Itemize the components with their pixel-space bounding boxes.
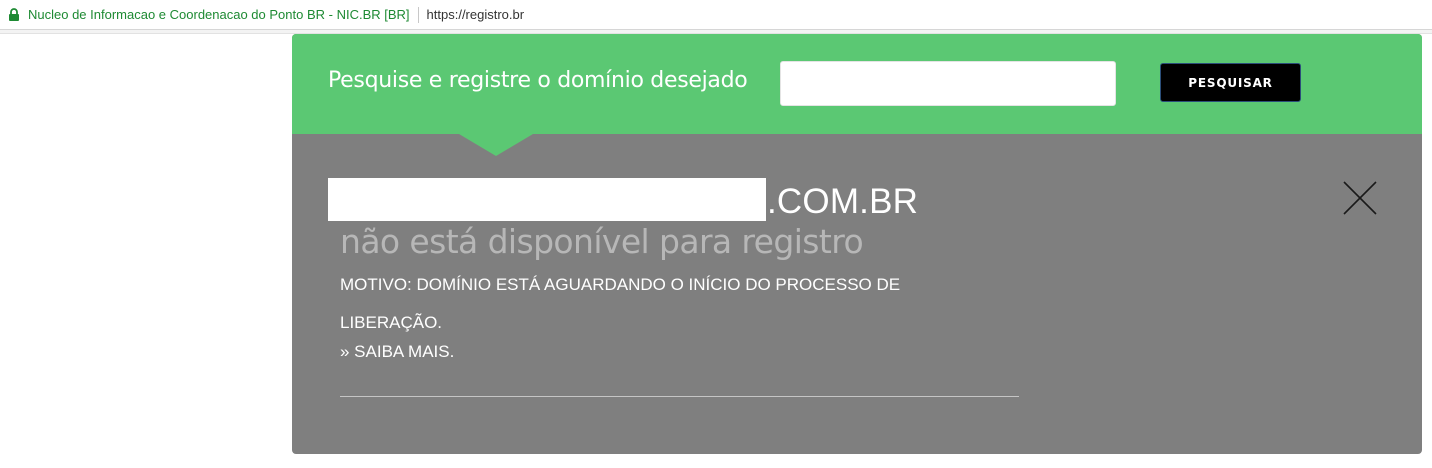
redacted-domain-name [328,178,766,221]
domain-search-input[interactable] [780,61,1116,106]
lock-icon [8,7,20,22]
site-identity: Nucleo de Informacao e Coordenacao do Po… [28,7,410,22]
search-button[interactable]: PESQUISAR [1160,63,1301,102]
url-text[interactable]: https://registro.br [427,7,525,22]
availability-status: não está disponível para registro [340,222,864,261]
result-divider [340,396,1019,397]
address-bar[interactable]: Nucleo de Informacao e Coordenacao do Po… [0,0,1432,30]
search-bar: Pesquise e registre o domínio desejado P… [292,34,1422,134]
learn-more-link[interactable]: » SAIBA MAIS. [340,342,454,362]
search-label: Pesquise e registre o domínio desejado [328,68,748,93]
unavailability-reason: MOTIVO: DOMÍNIO ESTÁ AGUARDANDO O INÍCIO… [340,275,901,332]
domain-suffix: .COM.BR [767,182,919,221]
address-separator [417,6,419,23]
close-icon[interactable] [1342,180,1378,216]
search-result-panel: Pesquise e registre o domínio desejado P… [292,34,1422,454]
search-bar-pointer [459,134,533,156]
